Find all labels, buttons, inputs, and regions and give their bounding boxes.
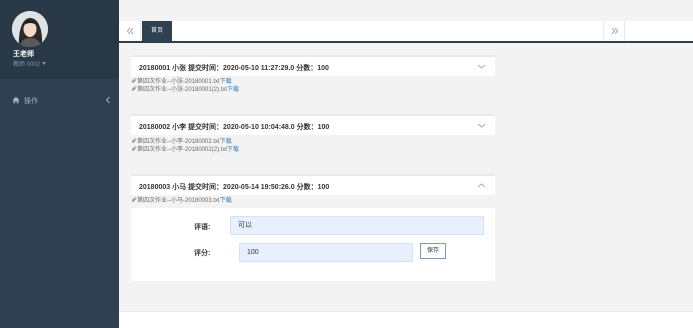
submission-header[interactable]: 20180001 小张 提交时间：2020-05-10 11:27:29.0 分… [131,55,495,76]
download-link[interactable]: 下载 [220,79,232,85]
comment-label: 评语: [194,224,211,231]
comment-input[interactable]: 可以 [230,216,484,235]
submission-header[interactable]: 20180002 小李 提交时间：2020-05-10 10:04:48.0 分… [131,114,495,135]
footer-bar [119,311,693,328]
score-label: 评分: [194,250,211,257]
user-name: 王老师 [13,51,34,58]
avatar[interactable] [12,11,48,47]
submission-header[interactable]: 20180003 小马 提交时间：2020-05-14 19:50:26.0 分… [131,174,495,195]
sidebar-item-operations[interactable]: 操作 [0,92,119,108]
double-chevron-left-icon [126,27,134,35]
save-button[interactable]: 保存 [420,243,446,259]
score-input[interactable]: 100 [239,243,413,262]
chevron-up-icon[interactable] [477,182,486,189]
file-item: 第四次作业--小李-20180002(2).txt下载 [131,146,495,154]
review-form: 评语: 可以 评分: 100 保存 [131,208,495,281]
file-path: 第四次作业--小李-20180002.txt [137,139,220,145]
profile-panel: 王老师 教师 0002 [0,0,119,79]
tab-scroll-left-button[interactable] [119,21,141,41]
chevron-left-icon [105,96,110,104]
user-role-label: 教师 0002 [13,62,41,68]
sidebar: 王老师 教师 0002 操作 [0,0,119,328]
chevron-down-icon[interactable] [477,63,486,70]
file-path: 第四次作业--小张-20180001(2).txt [137,87,228,93]
submission-title: 20180003 小马 提交时间：2020-05-14 19:50:26.0 分… [139,184,330,191]
sidebar-item-label: 操作 [24,98,38,105]
chevron-down-icon[interactable] [477,122,486,129]
tab-home[interactable]: 首页 [142,21,172,41]
download-link[interactable]: 下载 [220,139,232,145]
home-icon [12,96,20,104]
file-list: 第四次作业--小张-20180001.txt下载 第四次作业--小张-20180… [131,78,495,94]
file-item: 第四次作业--小张-20180001.txt下载 [131,78,495,86]
tab-bar: 首页 [119,21,693,43]
tab-options-area [624,21,693,41]
download-link[interactable]: 下载 [220,198,232,204]
user-role-dropdown[interactable]: 教师 0002 [13,59,47,68]
file-path: 第四次作业--小李-20180002(2).txt [137,147,228,153]
file-item: 第四次作业--小张-20180001(2).txt下载 [131,86,495,94]
submission-title: 20180002 小李 提交时间：2020-05-10 10:04:48.0 分… [139,124,330,131]
tab-scroll-right-button[interactable] [603,21,624,41]
file-list: 第四次作业--小马-20180003.txt下载 [131,197,495,205]
file-path: 第四次作业--小张-20180001.txt [137,79,220,85]
download-link[interactable]: 下载 [227,87,239,93]
file-path: 第四次作业--小马-20180003.txt [137,198,220,204]
download-link[interactable]: 下载 [227,147,239,153]
double-chevron-right-icon [611,27,619,35]
caret-down-icon [42,62,47,65]
file-list: 第四次作业--小李-20180002.txt下载 第四次作业--小李-20180… [131,138,495,154]
file-item: 第四次作业--小李-20180002.txt下载 [131,138,495,146]
file-item: 第四次作业--小马-20180003.txt下载 [131,197,495,205]
submission-title: 20180001 小张 提交时间：2020-05-10 11:27:29.0 分… [139,65,329,72]
